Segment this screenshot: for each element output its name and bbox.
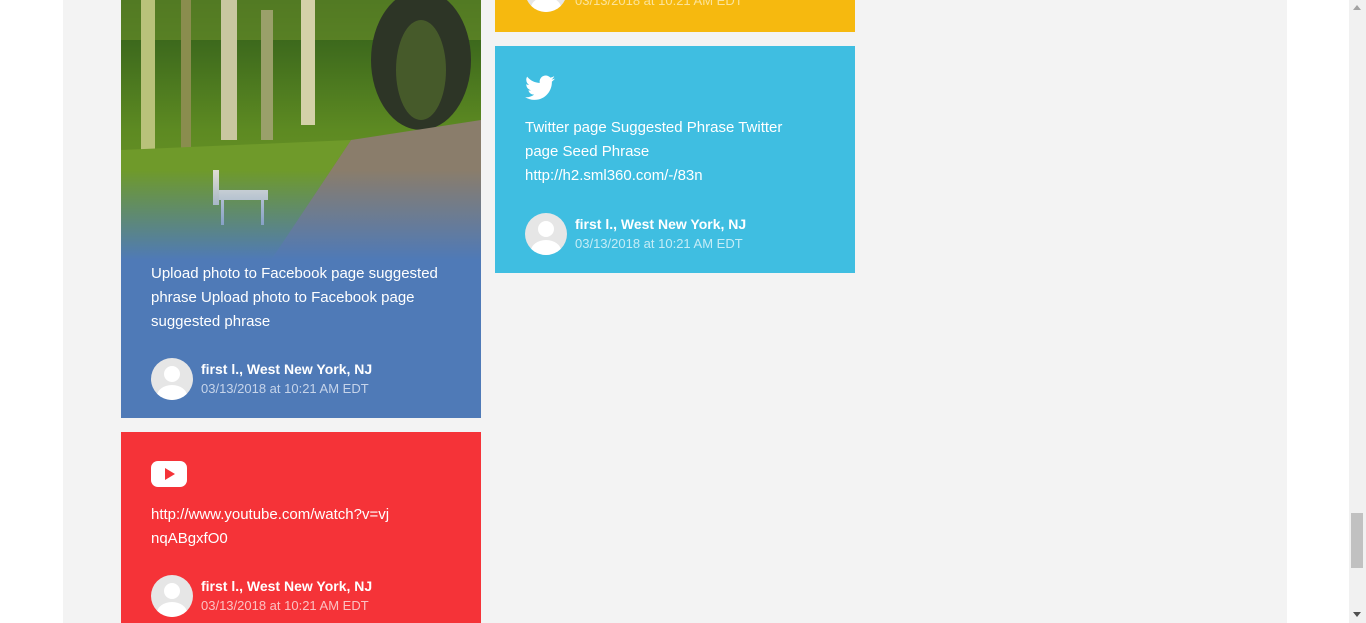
- scroll-down-arrow-icon[interactable]: [1353, 612, 1361, 617]
- review-card-twitter[interactable]: Twitter page Suggested Phrase Twitter pa…: [495, 46, 855, 273]
- review-card-youtube[interactable]: http://www.youtube.com/watch?v=vjnqABgxf…: [121, 432, 481, 623]
- park-path-photo: [121, 0, 481, 260]
- author-name: first l., West New York, NJ: [201, 361, 373, 377]
- review-date: 03/13/2018 at 10:21 AM EDT: [575, 0, 743, 8]
- scroll-up-arrow-icon[interactable]: [1353, 5, 1361, 10]
- card-text: Twitter page Suggested Phrase Twitter pa…: [525, 119, 783, 184]
- review-card-facebook[interactable]: Upload photo to Facebook page suggested …: [121, 0, 481, 418]
- author-name: first l., West New York, NJ: [575, 216, 747, 232]
- author-name: first l., West New York, NJ: [201, 578, 373, 594]
- card-text: http://www.youtube.com/watch?v=vjnqABgxf…: [151, 506, 390, 547]
- twitter-icon: [525, 75, 555, 100]
- avatar: [151, 358, 193, 400]
- scrollbar-thumb[interactable]: [1351, 513, 1363, 568]
- youtube-icon: [151, 461, 187, 487]
- avatar: [151, 575, 193, 617]
- avatar: [525, 0, 567, 12]
- card-text: Upload photo to Facebook page suggested …: [151, 265, 438, 330]
- vertical-scrollbar[interactable]: [1349, 0, 1366, 623]
- review-date: 03/13/2018 at 10:21 AM EDT: [575, 236, 743, 251]
- page-content: 03/13/2018 at 10:21 AM EDT Upload photo …: [63, 0, 1287, 623]
- avatar: [525, 213, 567, 255]
- review-date: 03/13/2018 at 10:21 AM EDT: [201, 381, 369, 396]
- review-card-yellow[interactable]: 03/13/2018 at 10:21 AM EDT: [495, 0, 855, 32]
- review-date: 03/13/2018 at 10:21 AM EDT: [201, 598, 369, 613]
